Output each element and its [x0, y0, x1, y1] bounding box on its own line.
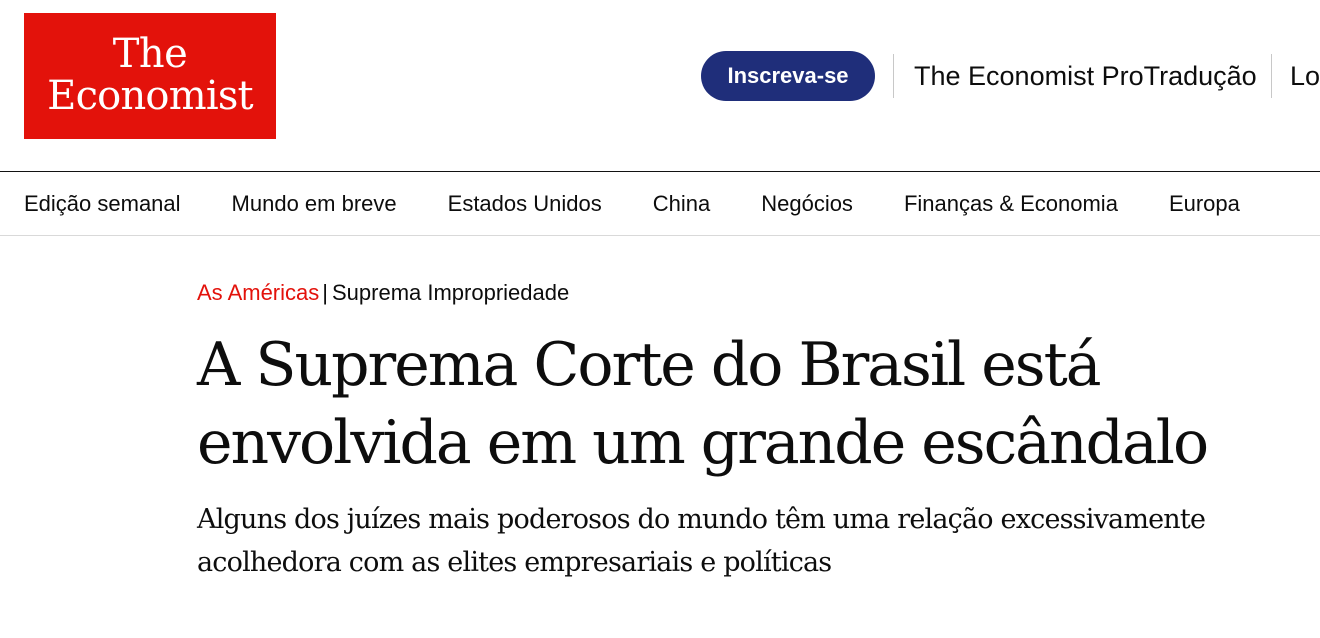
- nav-item-estados-unidos[interactable]: Estados Unidos: [448, 189, 602, 219]
- header-divider: [1271, 54, 1272, 98]
- article-flytitle: Suprema Impropriedade: [331, 280, 570, 305]
- header-divider: [893, 54, 894, 98]
- article-rubric: As Américas | Suprema Impropriedade: [197, 278, 1307, 308]
- nav-item-edicao-semanal[interactable]: Edição semanal: [24, 189, 181, 219]
- masthead: The Economist Inscreva-se The Economist …: [0, 0, 1320, 172]
- login-link[interactable]: Lo: [1290, 58, 1320, 94]
- economist-logo[interactable]: The Economist: [24, 13, 276, 139]
- article-header: As Américas | Suprema Impropriedade A Supr…: [197, 278, 1307, 584]
- section-nav: Edição semanal Mundo em breve Estados Un…: [0, 172, 1320, 236]
- nav-item-china[interactable]: China: [653, 189, 710, 219]
- nav-item-negocios[interactable]: Negócios: [761, 189, 853, 219]
- article-headline: A Suprema Corte do Brasil está envolvida…: [197, 330, 1209, 478]
- article-description: Alguns dos juízes mais poderosos do mund…: [197, 504, 1206, 578]
- nav-item-europa[interactable]: Europa: [1169, 189, 1240, 219]
- logo-line-economist: Economist: [47, 73, 253, 119]
- subscribe-button[interactable]: Inscreva-se: [701, 51, 875, 101]
- protraducao-link[interactable]: The Economist ProTradução: [914, 58, 1257, 94]
- logo-line-the: The: [112, 31, 188, 77]
- nav-item-mundo-em-breve[interactable]: Mundo em breve: [232, 189, 397, 219]
- section-link[interactable]: As Américas: [197, 280, 319, 305]
- rubric-separator: |: [322, 280, 328, 305]
- nav-item-financas-economia[interactable]: Finanças & Economia: [904, 189, 1118, 219]
